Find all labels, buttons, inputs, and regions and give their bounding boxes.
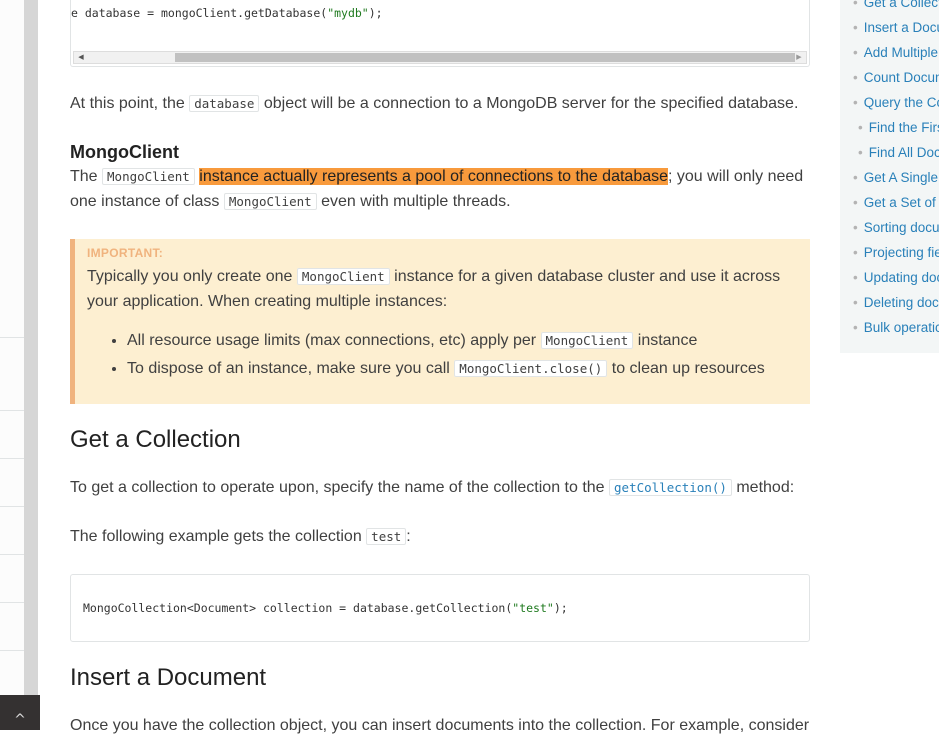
chevron-up-icon: ^ <box>14 712 26 728</box>
scroll-up-button[interactable]: ^ <box>0 695 40 730</box>
scroll-right-icon[interactable]: ▶ <box>792 52 806 63</box>
paragraph-getcollection: To get a collection to operate upon, spe… <box>70 479 795 496</box>
inline-code: MongoClient <box>540 332 634 349</box>
toc-item[interactable]: • Bulk operatic <box>853 320 939 335</box>
paragraph-insert: Once you have the collection object, you… <box>70 717 810 734</box>
paragraph-example: The following example gets the collectio… <box>70 528 411 545</box>
inline-code: MongoClient <box>296 268 390 285</box>
mongoclient-heading: MongoClient <box>70 142 179 162</box>
inline-code: MongoClient <box>223 193 317 210</box>
nav-row-divider <box>0 337 24 338</box>
nav-row-divider <box>0 410 24 411</box>
toc-item[interactable]: • Find the Firs <box>858 120 939 135</box>
toc-item[interactable]: • Query the Co <box>853 95 939 110</box>
toc-item[interactable]: • Add Multiple <box>853 45 938 60</box>
highlighted-text: instance actually represents a pool of c… <box>199 168 669 185</box>
code-line: MongoCollection<Document> collection = d… <box>83 601 568 615</box>
get-collection-heading: Get a Collection <box>70 426 241 453</box>
paragraph-database: At this point, the database object will … <box>70 95 799 112</box>
code-block-getcollection: MongoCollection<Document> collection = d… <box>70 574 810 642</box>
getcollection-link[interactable]: getCollection() <box>609 479 732 496</box>
toc-item[interactable]: • Get a Collect <box>853 0 939 10</box>
toc-item[interactable]: • Get a Set of <box>853 195 936 210</box>
toc-item[interactable]: • Get A Single <box>853 170 938 185</box>
toc-item[interactable]: • Updating doc <box>853 270 939 285</box>
nav-row-divider <box>0 650 24 651</box>
code-horizontal-scrollbar[interactable]: ◀ ▶ <box>73 51 807 64</box>
toc-item[interactable]: • Projecting fie <box>853 245 939 260</box>
list-item: To dispose of an instance, make sure you… <box>127 355 765 383</box>
nav-row-divider <box>0 506 24 507</box>
admonition-list: All resource usage limits (max connectio… <box>107 327 765 383</box>
scroll-left-icon[interactable]: ◀ <box>74 52 88 63</box>
toc-item[interactable]: • Count Docum <box>853 70 939 85</box>
inline-code: MongoClient.close() <box>454 360 608 377</box>
nav-row-divider <box>0 554 24 555</box>
scrollbar-thumb[interactable] <box>175 53 795 62</box>
inline-code: MongoClient <box>102 168 195 185</box>
code-block-getdatabase: e database = mongoClient.getDatabase("my… <box>70 0 810 67</box>
toc-item[interactable]: • Deleting docu <box>853 295 939 310</box>
insert-document-heading: Insert a Document <box>70 664 267 691</box>
toc-item[interactable]: • Find All Doc <box>858 145 939 160</box>
list-item: All resource usage limits (max connectio… <box>127 327 765 355</box>
nav-row-divider <box>0 458 24 459</box>
code-line: e database = mongoClient.getDatabase("my… <box>71 6 383 20</box>
admonition-title: IMPORTANT: <box>87 246 164 260</box>
paragraph-mongoclient: The MongoClient instance actually repres… <box>70 168 804 210</box>
sidebar-scrollbar[interactable] <box>24 0 38 695</box>
important-admonition: IMPORTANT: Typically you only create one… <box>70 239 810 404</box>
table-of-contents: • Get a Collect • Insert a Docu • Add Multi… <box>840 0 939 353</box>
admonition-body: Typically you only create one MongoClien… <box>87 268 781 310</box>
nav-row-divider <box>0 602 24 603</box>
toc-item[interactable]: • Insert a Docu <box>853 20 939 35</box>
left-nav-strip <box>0 0 24 730</box>
inline-code: test <box>366 528 407 545</box>
inline-code: database <box>189 95 260 112</box>
toc-item[interactable]: • Sorting docu <box>853 220 939 235</box>
